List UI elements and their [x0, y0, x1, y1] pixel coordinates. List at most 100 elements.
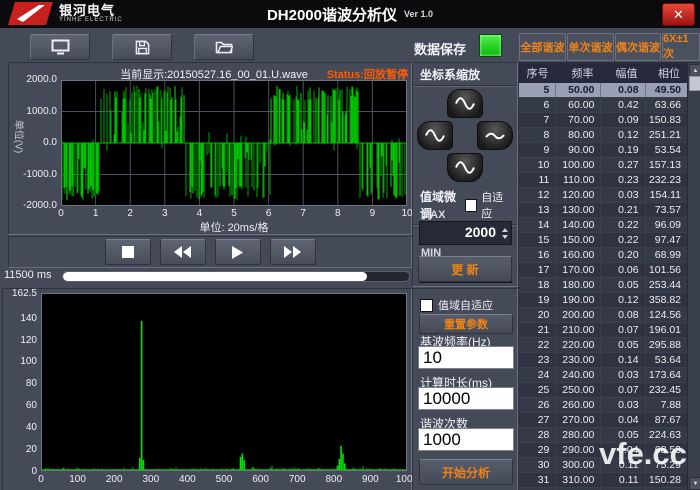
auto-value-range-option[interactable]: 值域自适应 — [420, 297, 493, 313]
table-cell: 60.00 — [556, 98, 601, 112]
table-row[interactable]: 12120.000.03154.11 — [519, 188, 688, 203]
calc-duration-input[interactable] — [418, 387, 514, 410]
fast-forward-button[interactable] — [270, 239, 316, 265]
filter-6x1-button[interactable]: 6X±1次 — [662, 33, 700, 61]
start-analysis-button[interactable]: 开始分析 — [419, 459, 513, 485]
axis-tick-label: 900 — [356, 474, 384, 485]
table-row[interactable]: 13130.000.2173.57 — [519, 203, 688, 218]
table-row[interactable]: 20200.000.08124.56 — [519, 308, 688, 323]
zoom-left-button[interactable] — [417, 121, 453, 150]
save-button[interactable] — [112, 34, 172, 60]
zoom-down-button[interactable] — [447, 153, 483, 182]
table-cell: 0.03 — [601, 368, 645, 382]
table-cell: 173.64 — [646, 368, 688, 382]
axis-tick-label: 500 — [210, 474, 238, 485]
table-scrollbar[interactable]: ▲ ▼ — [687, 63, 700, 490]
spin-up-icon[interactable] — [502, 228, 508, 232]
scroll-down-icon[interactable]: ▼ — [689, 477, 700, 490]
table-row[interactable]: 27270.000.0487.67 — [519, 413, 688, 428]
axis-tick-label: 20 — [3, 444, 37, 455]
auto-range-option[interactable]: 自适应 — [465, 189, 512, 221]
play-button[interactable] — [215, 239, 261, 265]
table-row[interactable]: 880.000.12251.21 — [519, 128, 688, 143]
table-row[interactable]: 21210.000.07196.01 — [519, 323, 688, 338]
open-file-button[interactable] — [194, 34, 254, 60]
fundamental-freq-input[interactable] — [418, 346, 514, 369]
table-cell: 0.12 — [601, 293, 645, 307]
stop-button[interactable] — [105, 239, 151, 265]
rewind-button[interactable] — [160, 239, 206, 265]
table-cell: 26 — [519, 398, 556, 412]
filter-even-harmonics-button[interactable]: 偶次谐波 — [615, 33, 661, 61]
table-row[interactable]: 770.000.09150.83 — [519, 113, 688, 128]
table-row[interactable]: 990.000.1953.54 — [519, 143, 688, 158]
table-cell: 250.00 — [556, 383, 601, 397]
table-row[interactable]: 660.000.4263.66 — [519, 98, 688, 113]
table-row[interactable]: 11110.000.23232.23 — [519, 173, 688, 188]
auto-range-checkbox[interactable] — [465, 199, 477, 212]
max-spinner[interactable]: 2000 — [419, 221, 512, 245]
update-button[interactable]: 更 新 — [418, 256, 512, 282]
zoom-up-button[interactable] — [447, 89, 483, 118]
table-row[interactable]: 22220.000.05295.88 — [519, 338, 688, 353]
table-cell: 0.20 — [601, 248, 645, 262]
table-cell: 13 — [519, 203, 556, 217]
table-cell: 50.00 — [556, 83, 601, 97]
filter-single-harmonics-button[interactable]: 单次谐波 — [567, 33, 614, 61]
close-button[interactable]: ✕ — [662, 3, 695, 26]
table-row[interactable]: 31310.000.11150.28 — [519, 473, 688, 488]
table-cell: 150.83 — [646, 113, 688, 127]
filter-all-harmonics-button[interactable]: 全部谐波 — [519, 33, 566, 61]
max-spinner-arrows[interactable] — [499, 222, 511, 244]
axis-tick-label: 162.5 — [3, 288, 37, 299]
table-row[interactable]: 16160.000.2068.99 — [519, 248, 688, 263]
table-row[interactable]: 550.000.0849.50 — [519, 83, 688, 98]
table-cell: 280.00 — [556, 428, 601, 442]
table-cell: 70.00 — [556, 113, 601, 127]
table-row[interactable]: 19190.000.12358.82 — [519, 293, 688, 308]
table-cell: 270.00 — [556, 413, 601, 427]
table-cell: 12 — [519, 188, 556, 202]
playback-scrollbar-thumb[interactable] — [63, 272, 367, 281]
playback-scrollbar[interactable] — [62, 271, 410, 282]
auto-value-range-checkbox[interactable] — [420, 299, 433, 312]
axis-tick-label: 300 — [137, 474, 165, 485]
axis-tick-label: -2000.0 — [11, 200, 57, 211]
spin-down-icon[interactable] — [502, 235, 508, 239]
table-row[interactable]: 24240.000.03173.64 — [519, 368, 688, 383]
table-row[interactable]: 14140.000.2296.09 — [519, 218, 688, 233]
table-cell: 232.23 — [646, 173, 688, 187]
elapsed-time-label: 11500 ms — [4, 269, 52, 281]
table-row[interactable]: 26260.000.037.88 — [519, 398, 688, 413]
data-save-indicator[interactable] — [479, 34, 502, 57]
axis-tick-label: 200 — [100, 474, 128, 485]
table-cell: 210.00 — [556, 323, 601, 337]
table-row[interactable]: 25250.000.07232.45 — [519, 383, 688, 398]
axis-tick-label: 120 — [3, 335, 37, 346]
table-cell: 220.00 — [556, 338, 601, 352]
title-bar: 银河电气 YINHE ELECTRIC DH2000谐波分析仪 Ver 1.0 … — [0, 0, 700, 28]
table-row[interactable]: 10100.000.27157.13 — [519, 158, 688, 173]
table-row[interactable]: 17170.000.06101.56 — [519, 263, 688, 278]
table-cell: 90.00 — [556, 143, 601, 157]
table-cell: 17 — [519, 263, 556, 277]
table-row[interactable]: 18180.000.05253.44 — [519, 278, 688, 293]
table-scrollbar-thumb[interactable] — [689, 76, 700, 91]
axis-tick-label: -1000.0 — [11, 169, 57, 180]
display-button[interactable] — [30, 34, 90, 60]
table-cell: 7.88 — [646, 398, 688, 412]
zoom-right-button[interactable] — [477, 121, 513, 150]
table-cell: 7 — [519, 113, 556, 127]
table-row[interactable]: 23230.000.1453.64 — [519, 353, 688, 368]
vfe-watermark: vfe.cc — [599, 436, 687, 472]
table-cell: 101.56 — [646, 263, 688, 277]
table-cell: 30 — [519, 458, 556, 472]
reset-params-button[interactable]: 重置参数 — [419, 314, 513, 334]
table-cell: 87.67 — [646, 413, 688, 427]
table-row[interactable]: 15150.000.2297.47 — [519, 233, 688, 248]
axis-tick-label: 60 — [3, 400, 37, 411]
spectrum-panel: 162.5140120100806040200 0100200300400500… — [2, 288, 412, 490]
table-cell: 27 — [519, 413, 556, 427]
axis-tick-label: 800 — [320, 474, 348, 485]
harmonic-count-input[interactable] — [418, 428, 514, 451]
